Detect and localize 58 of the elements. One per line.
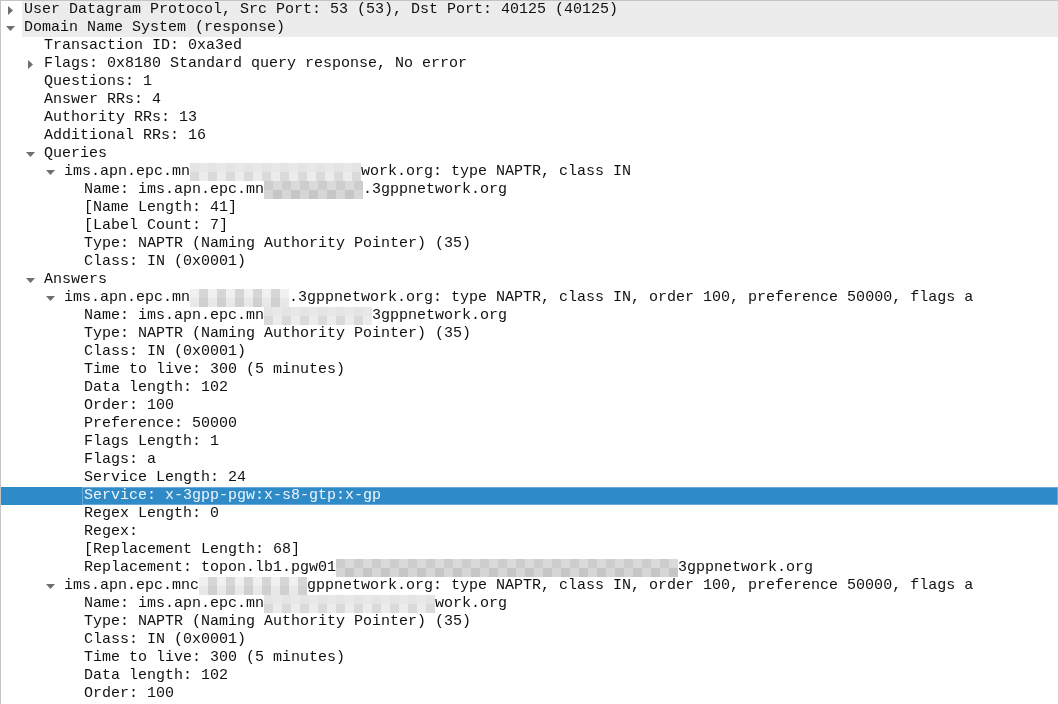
tree-row[interactable]: Type: NAPTR (Naming Authority Pointer) (35) [1, 235, 1058, 253]
row-text: gppnetwork.org: type NAPTR, class IN, order 100, preference 50000, flags a [307, 577, 974, 595]
tree-row[interactable]: Type: NAPTR (Naming Authority Pointer) (35) [1, 613, 1058, 631]
row-text: work.org: type NAPTR, class IN [361, 163, 632, 181]
row-text: ims.apn.epc.mn [64, 289, 191, 307]
row-text: ims.apn.epc.mnc [64, 577, 200, 595]
tree-row[interactable]: Class: IN (0x0001) [1, 631, 1058, 649]
tree-row[interactable]: Data length: 102 [1, 379, 1058, 397]
tree-row[interactable]: Queries [1, 145, 1058, 163]
tree-row[interactable]: [Replacement Length: 68] [1, 541, 1058, 559]
tree-row[interactable]: Name: ims.apn.epc.mn work.org [1, 595, 1058, 613]
tree-row[interactable]: [Name Length: 41] [1, 199, 1058, 217]
caret-down-icon[interactable] [5, 25, 15, 31]
tree-row[interactable]: Order: 100 [1, 397, 1058, 415]
tree-row[interactable]: Transaction ID: 0xa3ed [1, 37, 1058, 55]
tree-row[interactable]: Questions: 1 [1, 73, 1058, 91]
tree-row[interactable]: Class: IN (0x0001) [1, 343, 1058, 361]
tree-row[interactable]: Flags: a [1, 451, 1058, 469]
caret-down-icon[interactable] [25, 151, 35, 157]
tree-row[interactable]: Regex: [1, 523, 1058, 541]
row-text: work.org [435, 595, 508, 613]
tree-row[interactable]: Replacement: topon.lb1.pgw01 3gppnetwork.org [1, 559, 1058, 577]
tree-row[interactable]: Flags: 0x8180 Standard query response, No error [1, 55, 1058, 73]
caret-down-icon[interactable] [45, 295, 55, 301]
caret-down-icon[interactable] [45, 169, 55, 175]
caret-down-icon[interactable] [25, 277, 35, 283]
tree-row[interactable]: Name: ims.apn.epc.mn 3gppnetwork.org [1, 307, 1058, 325]
tree-row[interactable]: Preference: 50000 [1, 415, 1058, 433]
tree-row[interactable]: Type: NAPTR (Naming Authority Pointer) (35) [1, 325, 1058, 343]
tree-row[interactable]: [Label Count: 7] [1, 217, 1058, 235]
row-text: Name: ims.apn.epc.mn [84, 181, 265, 199]
tree-row[interactable]: Service Length: 24 [1, 469, 1058, 487]
caret-right-icon[interactable] [7, 5, 13, 15]
tree-row[interactable]: ims.apn.epc.mn work.org: type NAPTR, class IN [1, 163, 1058, 181]
caret-right-icon[interactable] [27, 59, 33, 69]
tree-row[interactable]: Class: IN (0x0001) [1, 253, 1058, 271]
tree-row[interactable]: Flags Length: 1 [1, 433, 1058, 451]
row-text: Name: ims.apn.epc.mn [84, 595, 265, 613]
row-text: 3gppnetwork.org [372, 307, 508, 325]
caret-down-icon[interactable] [45, 583, 55, 589]
row-text: ims.apn.epc.mn [64, 163, 191, 181]
tree-row[interactable]: Answers [1, 271, 1058, 289]
row-text: 3gppnetwork.org [678, 559, 814, 577]
tree-row[interactable]: Order: 100 [1, 685, 1058, 703]
tree-row[interactable]: Authority RRs: 13 [1, 109, 1058, 127]
tree-row[interactable]: Time to live: 300 (5 minutes) [1, 649, 1058, 667]
tree-row[interactable]: Regex Length: 0 [1, 505, 1058, 523]
tree-row[interactable]: Answer RRs: 4 [1, 91, 1058, 109]
row-text: Replacement: topon.lb1.pgw01 [84, 559, 337, 577]
tree-row[interactable]: Time to live: 300 (5 minutes) [1, 361, 1058, 379]
row-text: .3gppnetwork.org [363, 181, 508, 199]
tree-row[interactable]: Additional RRs: 16 [1, 127, 1058, 145]
tree-row[interactable]: ims.apn.epc.mn .3gppnetwork.org: type NAPTR, class IN, order 100, preference 50000, flags a [1, 289, 1058, 307]
tree-row[interactable]: ims.apn.epc.mnc gppnetwork.org: type NAPTR, class IN, order 100, preference 50000, flags a [1, 577, 1058, 595]
row-text: .3gppnetwork.org: type NAPTR, class IN, order 100, preference 50000, flags a [289, 289, 974, 307]
row-text: Name: ims.apn.epc.mn [84, 307, 265, 325]
tree-row[interactable]: Data length: 102 [1, 667, 1058, 685]
tree-row[interactable]: Name: ims.apn.epc.mn .3gppnetwork.org [1, 181, 1058, 199]
